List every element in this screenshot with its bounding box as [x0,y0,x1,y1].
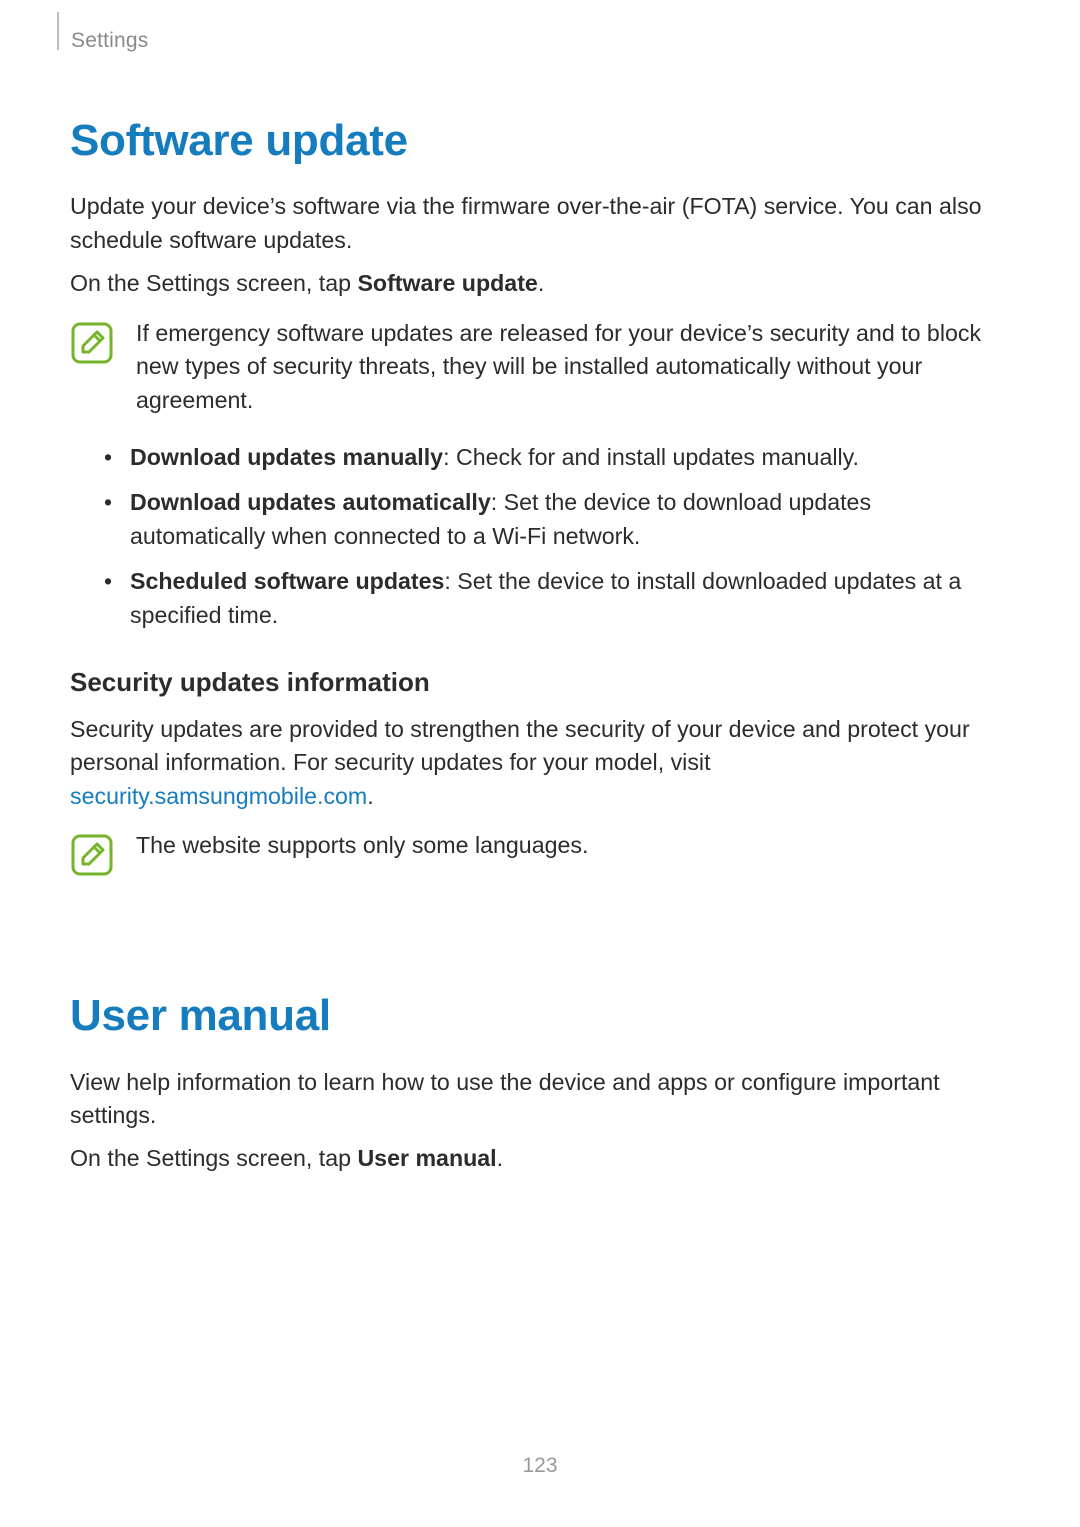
note-text: If emergency software updates are releas… [136,317,1010,427]
bullet-term: Scheduled software updates [130,568,444,594]
heading-user-manual: User manual [70,985,1010,1047]
user-manual-intro: View help information to learn how to us… [70,1066,1010,1133]
security-updates-body: Security updates are provided to strengt… [70,713,1010,813]
note-icon [70,833,114,877]
page: Settings Software update Update your dev… [0,0,1080,1527]
note-emergency-updates: If emergency software updates are releas… [70,317,1010,427]
instruction-prefix: On the Settings screen, tap [70,1145,357,1171]
software-update-intro: Update your device’s software via the fi… [70,190,1010,257]
pencil-note-icon [70,321,114,365]
pencil-note-icon [70,833,114,877]
bullet-term: Download updates automatically [130,489,491,515]
instruction-prefix: On the Settings screen, tap [70,270,357,296]
instruction-bold: User manual [357,1145,496,1171]
user-manual-instruction: On the Settings screen, tap User manual. [70,1142,1010,1175]
bullet-download-manually: Download updates manually: Check for and… [104,441,1010,474]
heading-software-update: Software update [70,110,1010,172]
instruction-bold: Software update [357,270,537,296]
instruction-suffix: . [497,1145,503,1171]
bullet-scheduled-updates: Scheduled software updates: Set the devi… [104,565,1010,632]
header-rule [57,12,59,50]
bullet-desc: : Check for and install updates manually… [443,444,859,470]
note-text: The website supports only some languages… [136,829,1010,872]
bullet-download-automatically: Download updates automatically: Set the … [104,486,1010,553]
heading-security-updates-info: Security updates information [70,664,1010,701]
instruction-suffix: . [538,270,544,296]
software-update-bullets: Download updates manually: Check for and… [70,441,1010,632]
content: Software update Update your device’s sof… [70,110,1010,1176]
note-website-languages: The website supports only some languages… [70,829,1010,877]
note-icon [70,321,114,365]
security-body-suffix: . [367,783,373,809]
security-body-prefix: Security updates are provided to strengt… [70,716,970,775]
header-section-label: Settings [71,26,148,56]
software-update-instruction: On the Settings screen, tap Software upd… [70,267,1010,300]
page-number: 123 [0,1451,1080,1481]
bullet-term: Download updates manually [130,444,443,470]
note-body: If emergency software updates are releas… [136,317,1010,417]
security-link[interactable]: security.samsungmobile.com [70,783,367,809]
note-body: The website supports only some languages… [136,829,1010,862]
